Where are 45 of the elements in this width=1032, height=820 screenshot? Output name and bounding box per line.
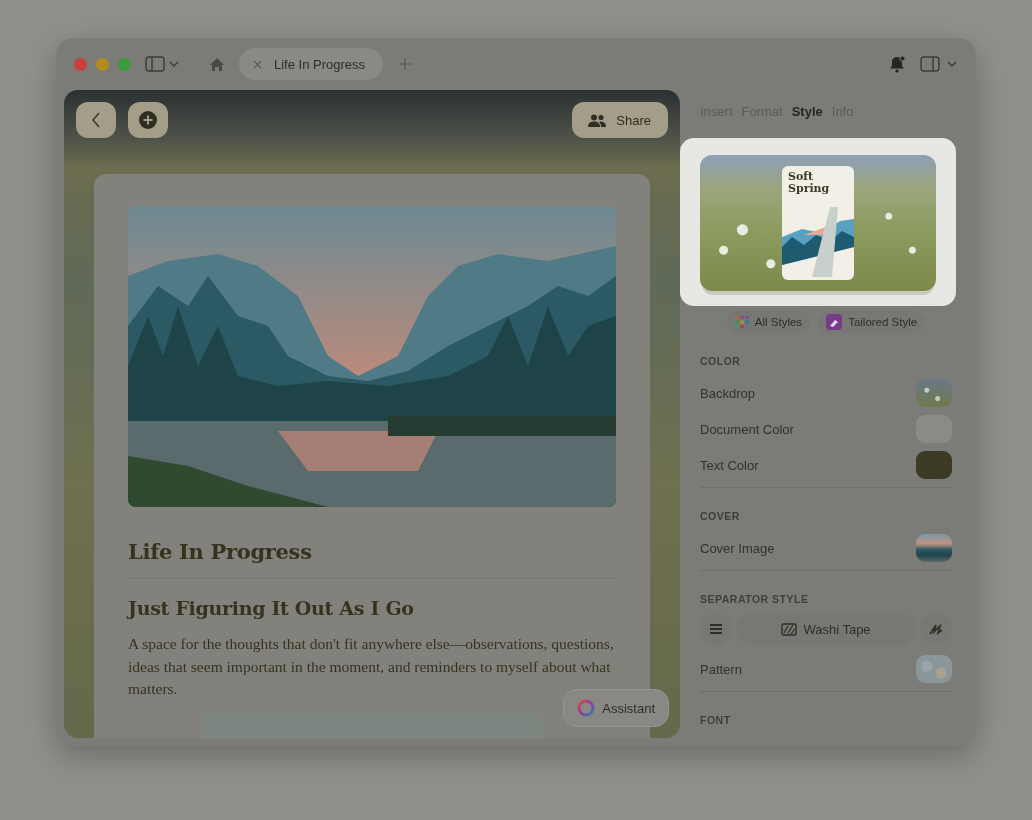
setting-label: Text Color [700, 457, 759, 473]
section-header: COVER [700, 510, 741, 522]
back-button[interactable] [76, 102, 116, 138]
meadow-thumbnail[interactable] [916, 379, 952, 407]
close-icon[interactable] [253, 59, 262, 69]
home-icon[interactable] [209, 56, 225, 72]
chevron-left-icon[interactable] [91, 112, 101, 128]
landscape-thumbnail[interactable] [916, 534, 952, 562]
setting-label: Pattern [700, 661, 742, 677]
color-swatch[interactable] [916, 451, 952, 479]
lines-icon[interactable] [710, 624, 722, 634]
pattern-thumbnail[interactable] [916, 655, 952, 683]
setting-label: Cover Image [700, 540, 775, 556]
sidebar-toggle-icon[interactable] [145, 56, 179, 72]
section-header: FONT [700, 714, 732, 726]
landscape-photo[interactable] [128, 206, 616, 507]
ring-icon[interactable] [577, 699, 596, 717]
brush-icon[interactable] [826, 314, 843, 330]
document-title: Life In Progress [128, 539, 313, 564]
section-header: COLOR [700, 355, 742, 367]
separator-style-button[interactable]: Washi Tape [736, 613, 916, 645]
plus-circle-icon[interactable] [139, 111, 157, 129]
bell-icon[interactable] [888, 55, 906, 73]
scribble-icon[interactable] [929, 623, 943, 635]
inspector-tab[interactable]: Style [791, 103, 823, 120]
style-button[interactable]: Tailored Style [818, 311, 926, 333]
style-button[interactable]: All Styles [726, 311, 811, 333]
setting-label: Document Color [700, 421, 794, 437]
assistant-button[interactable]: Assistant [563, 689, 669, 727]
lines-button[interactable] [700, 613, 732, 645]
setting-label: Backdrop [700, 385, 755, 401]
people-icon[interactable] [588, 113, 607, 127]
style-preview-card[interactable]: Soft Spring [680, 138, 956, 306]
cover-art-drawing[interactable] [782, 207, 854, 277]
grid-icon[interactable] [734, 316, 749, 328]
add-button[interactable] [128, 102, 168, 138]
document-subtitle: Just Figuring It Out As I Go [128, 597, 415, 619]
document-tab[interactable]: Life In Progress [239, 48, 384, 80]
tape-icon[interactable] [781, 622, 798, 636]
inspector-toggle-icon[interactable] [920, 56, 958, 72]
section-header: SEPARATOR STYLE [700, 593, 810, 605]
scribble-button[interactable] [920, 613, 952, 645]
share-button[interactable]: Share [572, 102, 668, 138]
style-name: Soft Spring [787, 171, 831, 195]
tab-title: Life In Progress [274, 56, 366, 72]
